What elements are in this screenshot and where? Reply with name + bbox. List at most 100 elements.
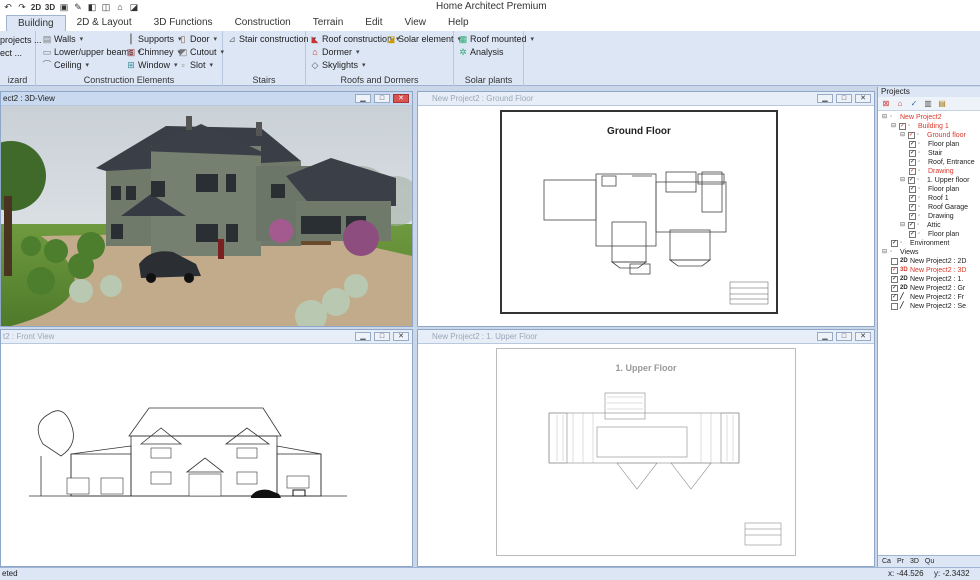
solar-element-button[interactable]: ◪ Solar element ▾: [386, 34, 461, 44]
tree-item[interactable]: ✓ ▫ Floor plan: [878, 230, 980, 239]
chart-icon[interactable]: ▥: [923, 99, 933, 108]
visibility-checkbox[interactable]: ✓: [909, 159, 916, 166]
visibility-checkbox[interactable]: ✓: [908, 132, 915, 139]
tree-item[interactable]: ⊟ ✓ ▫ Attic: [878, 221, 980, 230]
view-2d-button[interactable]: 2D: [30, 2, 42, 13]
analysis-button[interactable]: ✲ Analysis: [458, 47, 503, 57]
roof-mounted-button[interactable]: ▦ Roof mounted ▾: [458, 34, 534, 44]
tree-item[interactable]: 2D New Project2 : 2D: [878, 257, 980, 266]
drawing-canvas[interactable]: 1. Upper Floor: [418, 344, 874, 566]
close-button[interactable]: ✕: [855, 332, 871, 341]
tree-item[interactable]: ✓ 3D New Project2 : 3D: [878, 266, 980, 275]
tab-edit[interactable]: Edit: [354, 15, 393, 31]
slot-button[interactable]: ▫ Slot ▾: [178, 60, 213, 70]
tree-item[interactable]: ✓ ▫ Drawing: [878, 212, 980, 221]
tab-2d-layout[interactable]: 2D & Layout: [66, 15, 143, 31]
tree-item[interactable]: ⊟ ▫ New Project2: [878, 113, 980, 122]
view-3d-button[interactable]: 3D: [44, 2, 56, 13]
visibility-checkbox[interactable]: ✓: [909, 168, 916, 175]
project-tree[interactable]: ⊟ ▫ New Project2 ⊟ ✓ ▫ Building 1 ⊟ ✓ ▫ Ground flo…: [878, 111, 980, 311]
house-icon[interactable]: ⌂: [895, 99, 905, 108]
view-ground-floor[interactable]: New Project2 : Ground Floor ▁ □ ✕ Ground…: [417, 91, 875, 327]
tree-item[interactable]: ✓ 2D New Project2 : Gr: [878, 284, 980, 293]
tree-item[interactable]: ✓ ▫ Environment: [878, 239, 980, 248]
toolbar-icon[interactable]: ▣: [58, 2, 70, 13]
visibility-checkbox[interactable]: ✓: [909, 141, 916, 148]
tree-item[interactable]: ✓ 2D New Project2 : 1.: [878, 275, 980, 284]
expand-toggle-icon[interactable]: ⊟: [900, 131, 907, 140]
visibility-checkbox[interactable]: ✓: [891, 267, 898, 274]
visibility-checkbox[interactable]: [891, 303, 898, 310]
expand-toggle-icon[interactable]: ⊟: [882, 113, 889, 122]
properties-icon[interactable]: ▤: [937, 99, 947, 108]
check-icon[interactable]: ✓: [909, 99, 919, 108]
maximize-button[interactable]: □: [374, 94, 390, 103]
tab-building[interactable]: Building: [6, 15, 66, 31]
expand-toggle-icon[interactable]: ⊟: [900, 221, 907, 230]
supports-button[interactable]: ┃ Supports ▾: [126, 34, 181, 44]
close-button[interactable]: ✕: [855, 94, 871, 103]
cutout-button[interactable]: ◩ Cutout ▾: [178, 47, 224, 57]
project-button[interactable]: ect ...: [0, 48, 22, 58]
tab-terrain[interactable]: Terrain: [302, 15, 355, 31]
tab-help[interactable]: Help: [437, 15, 480, 31]
tree-item[interactable]: ✓ ▫ Drawing: [878, 167, 980, 176]
tree-item[interactable]: ⊟ ✓ ▫ Building 1: [878, 122, 980, 131]
view-3d[interactable]: ect2 : 3D-View ▁ □ ✕: [0, 91, 413, 327]
3d-render[interactable]: [1, 106, 412, 326]
tab-3d[interactable]: 3D: [908, 558, 921, 565]
redo-button[interactable]: ↷: [16, 2, 28, 13]
tree-item[interactable]: ✓ ╱ New Project2 : Fr: [878, 293, 980, 302]
tree-item[interactable]: ✓ ▫ Floor plan: [878, 185, 980, 194]
tree-item[interactable]: ✓ ▫ Stair: [878, 149, 980, 158]
drawing-canvas[interactable]: [1, 344, 412, 566]
toolbar-icon[interactable]: ⌂: [114, 2, 126, 13]
visibility-checkbox[interactable]: ✓: [909, 186, 916, 193]
toolbar-icon[interactable]: ◪: [128, 2, 140, 13]
maximize-button[interactable]: □: [836, 332, 852, 341]
toolbar-icon[interactable]: ◫: [100, 2, 112, 13]
visibility-checkbox[interactable]: ✓: [891, 240, 898, 247]
minimize-button[interactable]: ▁: [355, 94, 371, 103]
window-button[interactable]: ⊞ Window ▾: [126, 60, 177, 70]
tab-catalog[interactable]: Ca: [880, 558, 893, 565]
chimney-button[interactable]: ▥ Chimney ▾: [126, 47, 181, 57]
dormer-button[interactable]: ⌂ Dormer ▾: [310, 47, 359, 57]
drawing-canvas[interactable]: Ground Floor: [418, 106, 874, 326]
visibility-checkbox[interactable]: ✓: [891, 276, 898, 283]
visibility-checkbox[interactable]: ✓: [899, 123, 906, 130]
toolbar-icon[interactable]: ✎: [72, 2, 84, 13]
walls-button[interactable]: ▤ Walls ▾: [42, 34, 83, 44]
close-button[interactable]: ✕: [393, 332, 409, 341]
tab-projects[interactable]: Pr: [895, 558, 906, 565]
visibility-checkbox[interactable]: ✓: [909, 231, 916, 238]
visibility-checkbox[interactable]: ✓: [908, 222, 915, 229]
tree-item[interactable]: ✓ ▫ Floor plan: [878, 140, 980, 149]
tab-view[interactable]: View: [394, 15, 438, 31]
visibility-checkbox[interactable]: ✓: [891, 285, 898, 292]
visibility-checkbox[interactable]: ✓: [909, 204, 916, 211]
tree-item[interactable]: ✓ ▫ Roof, Entrance: [878, 158, 980, 167]
view-front[interactable]: t2 : Front View ▁ □ ✕: [0, 329, 413, 567]
expand-toggle-icon[interactable]: ⊟: [891, 122, 898, 131]
expand-toggle-icon[interactable]: ⊟: [882, 248, 889, 257]
maximize-button[interactable]: □: [374, 332, 390, 341]
tab-construction[interactable]: Construction: [224, 15, 302, 31]
visibility-checkbox[interactable]: ✓: [891, 294, 898, 301]
visibility-checkbox[interactable]: ✓: [909, 213, 916, 220]
maximize-button[interactable]: □: [836, 94, 852, 103]
tree-item[interactable]: ╱ New Project2 : Se: [878, 302, 980, 311]
expand-toggle-icon[interactable]: ⊟: [900, 176, 907, 185]
minimize-button[interactable]: ▁: [817, 332, 833, 341]
close-button[interactable]: ✕: [393, 94, 409, 103]
minimize-button[interactable]: ▁: [817, 94, 833, 103]
undo-button[interactable]: ↶: [2, 2, 14, 13]
delete-icon[interactable]: ⊠: [881, 99, 891, 108]
visibility-checkbox[interactable]: ✓: [909, 150, 916, 157]
tree-item[interactable]: ⊟ ✓ ▫ Ground floor: [878, 131, 980, 140]
minimize-button[interactable]: ▁: [355, 332, 371, 341]
tree-item[interactable]: ✓ ▫ Roof Garage: [878, 203, 980, 212]
tab-3d-functions[interactable]: 3D Functions: [143, 15, 224, 31]
visibility-checkbox[interactable]: [891, 258, 898, 265]
door-button[interactable]: ▯ Door ▾: [178, 34, 218, 44]
